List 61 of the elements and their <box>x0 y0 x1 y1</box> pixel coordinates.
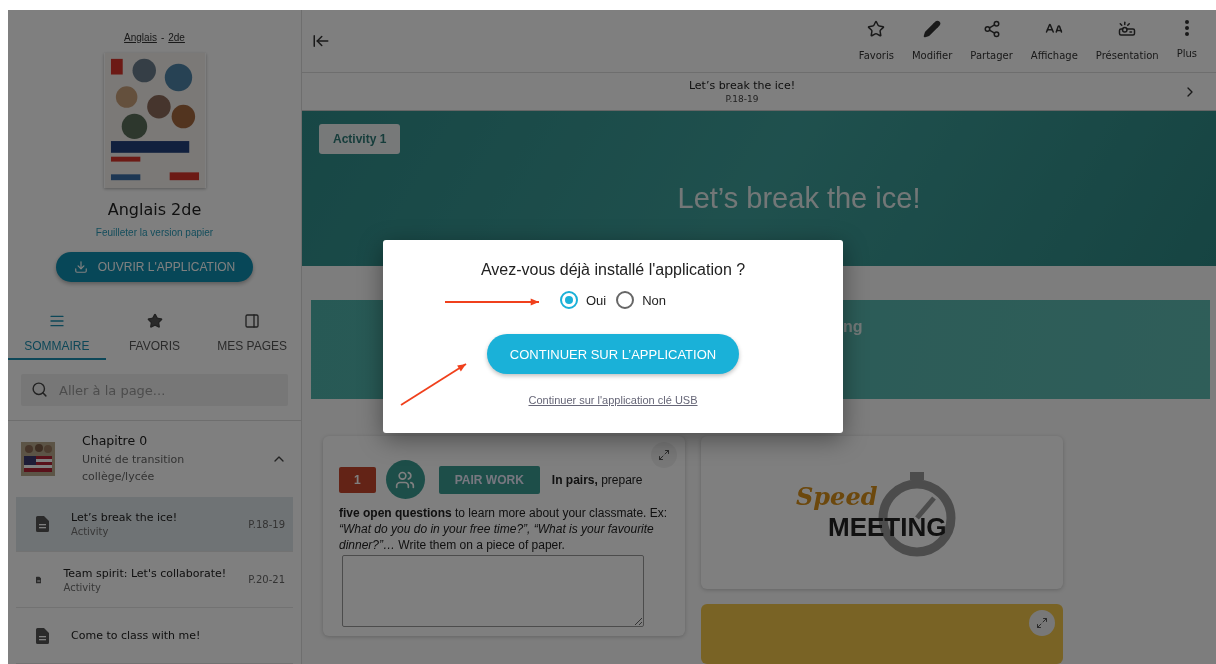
breadcrumb-link[interactable]: 2de <box>168 32 185 43</box>
exercise-instructions: five open questions to learn more about your classmate. Ex: “What do you do in your free time?”, “What is your favourite dinner?”… Write them on a piece of paper. <box>339 505 669 553</box>
lesson-item[interactable]: Let’s break the ice! Activity P.18-19 <box>16 496 293 553</box>
pages-icon <box>244 313 261 330</box>
lesson-type: Activity <box>71 526 110 538</box>
activity-title: Let’s break the ice! <box>676 182 922 216</box>
projector-icon <box>1118 20 1137 39</box>
preview-link[interactable]: Feuilleter la version papier <box>8 227 301 238</box>
sidebar-tab[interactable]: MES PAGES <box>203 308 301 361</box>
activity-tag: Activity 1 <box>319 124 401 155</box>
expand-icon[interactable] <box>651 442 677 468</box>
radio-option[interactable]: Oui <box>559 291 607 309</box>
answer-box[interactable] <box>342 555 644 627</box>
radio-option[interactable]: Non <box>616 291 667 309</box>
sidebar-tab[interactable]: FAVORIS <box>105 308 204 361</box>
radio-button[interactable] <box>559 291 578 309</box>
exercise-intro: In pairs, prepare <box>551 472 643 487</box>
toolbar-button[interactable]: Affichage <box>1021 20 1087 62</box>
dialog-question: Avez-vous déjà installé l'application ? <box>480 261 746 279</box>
group-icon <box>385 460 425 499</box>
radio-button[interactable] <box>616 291 635 309</box>
usb-link[interactable]: Continuer sur l'application clé USB <box>528 394 698 406</box>
lesson-item[interactable]: Team spirit: Let's collaborate! Activity P.20-21 <box>16 552 293 609</box>
page-number: P.18-19 <box>725 94 759 105</box>
more-icon <box>1184 20 1189 37</box>
toolbar-button[interactable]: Partager <box>961 20 1022 62</box>
arrow-annotation <box>400 363 467 406</box>
expand-icon[interactable] <box>1029 610 1055 636</box>
chapter-title: Chapitre 0 <box>82 432 149 448</box>
toolbar-button[interactable]: Présentation <box>1086 20 1168 62</box>
toolbar-button[interactable]: Plus <box>1167 20 1206 60</box>
logo-script-text: Speed <box>796 481 878 511</box>
search-icon <box>31 381 48 399</box>
document-icon <box>36 516 49 533</box>
lesson-title: Come to class with me! <box>71 629 202 643</box>
open-app-button[interactable]: OUVRIR L'APPLICATION <box>55 252 254 283</box>
document-icon <box>36 627 49 644</box>
download-icon <box>73 260 88 275</box>
lesson-title: Let’s break the ice! <box>71 511 179 525</box>
exercise-number: 1 <box>339 466 376 493</box>
share-icon <box>982 20 1001 39</box>
lesson-type: Activity <box>63 581 102 593</box>
logo-text: MEETING <box>828 511 947 543</box>
pair-work-tag: PAIR WORK <box>438 465 540 494</box>
section-title: ng <box>843 317 863 335</box>
star-icon <box>867 20 886 39</box>
breadcrumb-separator: - <box>160 32 165 43</box>
toolbar-button[interactable]: Modifier <box>902 20 962 62</box>
lesson-item[interactable]: Come to class with me! <box>16 608 293 664</box>
toolbar-button[interactable]: Favoris <box>849 20 903 62</box>
chapter-subtitle: Unité de transition collège/lycée <box>82 451 186 485</box>
pencil-icon <box>923 20 942 39</box>
continue-button[interactable]: CONTINUER SUR L’APPLICATION <box>486 334 740 374</box>
lesson-pages: P.20-21 <box>248 574 285 586</box>
book-title: Anglais 2de <box>106 200 203 219</box>
lesson-title: Team spirit: Let's collaborate! <box>63 566 227 580</box>
page-title: Let’s break the ice! <box>688 79 796 93</box>
breadcrumb-link[interactable]: Anglais <box>124 32 157 43</box>
star-icon <box>146 313 163 330</box>
sidebar-tab[interactable]: SOMMAIRE <box>8 308 106 361</box>
lesson-pages: P.18-19 <box>248 518 285 530</box>
